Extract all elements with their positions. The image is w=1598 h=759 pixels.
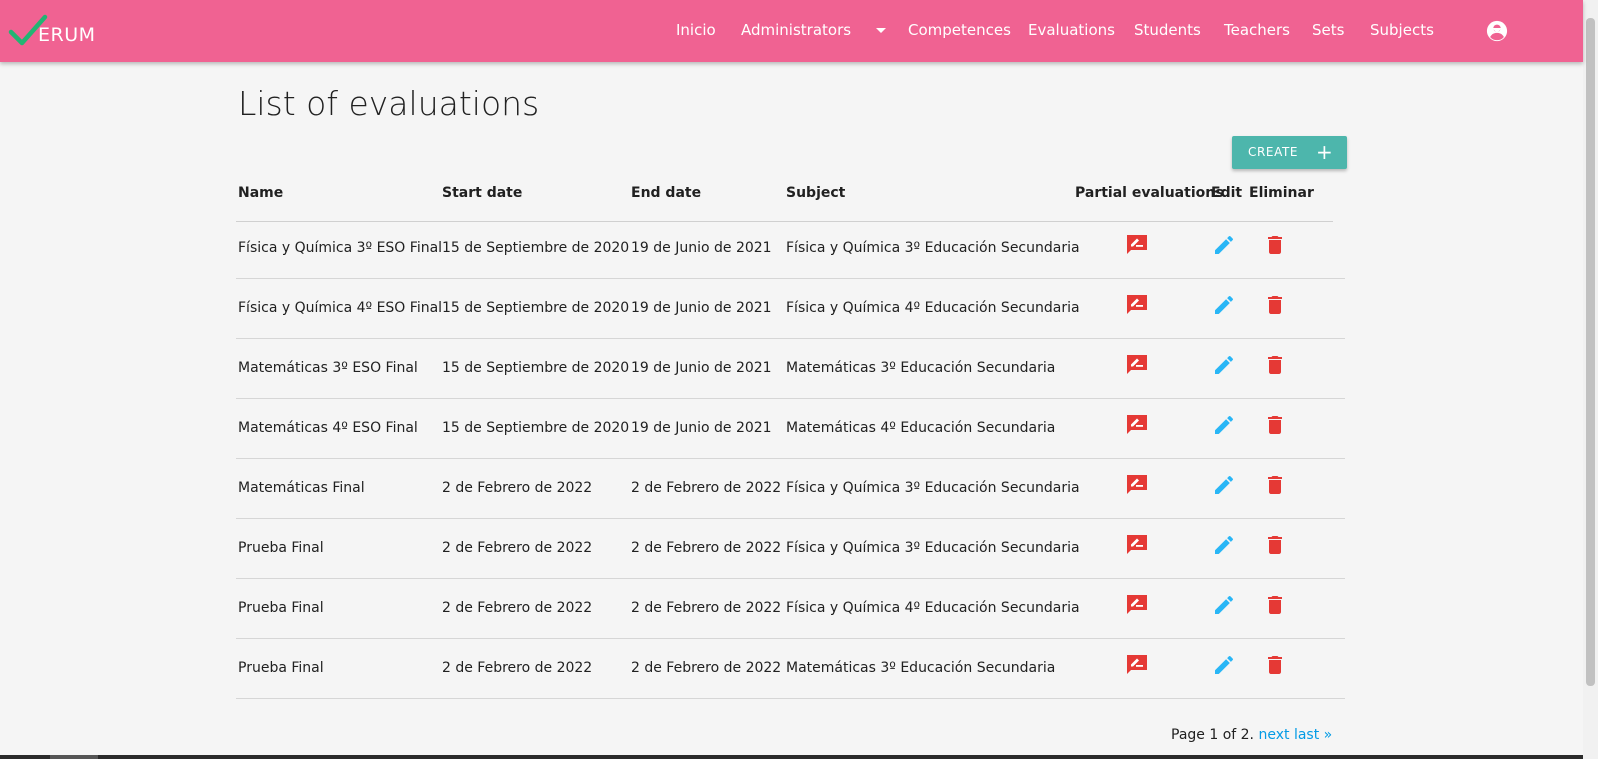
column-header-subject[interactable]: Subject	[786, 185, 845, 201]
cell-subject: Física y Química 4º Educación Secundaria	[786, 600, 1080, 616]
cell-end-date: 19 de Junio de 2021	[631, 420, 772, 436]
cell-start-date: 15 de Septiembre de 2020	[442, 360, 630, 376]
plus-icon: +	[1316, 140, 1334, 164]
cell-end-date: 2 de Febrero de 2022	[631, 600, 782, 616]
logo-text: ERUM	[38, 24, 96, 46]
cell-start-date: 2 de Febrero de 2022	[442, 660, 593, 676]
table-row: Física y Química 3º ESO Final 15 de Sept…	[236, 218, 1345, 279]
pencil-icon[interactable]	[1212, 413, 1236, 437]
trash-icon[interactable]	[1263, 293, 1287, 317]
cell-end-date: 19 de Junio de 2021	[631, 240, 772, 256]
cell-subject: Matemáticas 4º Educación Secundaria	[786, 420, 1056, 436]
nav-item-students[interactable]: Students	[1134, 20, 1201, 40]
pencil-icon[interactable]	[1212, 533, 1236, 557]
trash-icon[interactable]	[1263, 593, 1287, 617]
cell-start-date: 2 de Febrero de 2022	[442, 480, 593, 496]
nav-item-inicio[interactable]: Inicio	[676, 20, 716, 40]
nav-item-subjects[interactable]: Subjects	[1370, 20, 1434, 40]
nav-item-teachers[interactable]: Teachers	[1224, 20, 1290, 40]
cell-start-date: 15 de Septiembre de 2020	[442, 240, 630, 256]
trash-icon[interactable]	[1263, 653, 1287, 677]
cell-subject: Matemáticas 3º Educación Secundaria	[786, 660, 1056, 676]
cell-subject: Física y Química 3º Educación Secundaria	[786, 240, 1080, 256]
cell-end-date: 2 de Febrero de 2022	[631, 540, 782, 556]
pencil-icon[interactable]	[1212, 233, 1236, 257]
cell-start-date: 15 de Septiembre de 2020	[442, 300, 630, 316]
cell-name: Prueba Final	[238, 660, 324, 676]
rate-review-icon[interactable]	[1125, 293, 1149, 317]
cell-end-date: 2 de Febrero de 2022	[631, 480, 782, 496]
table-row: Prueba Final 2 de Febrero de 2022 2 de F…	[236, 638, 1345, 699]
cell-name: Prueba Final	[238, 600, 324, 616]
nav-item-competences[interactable]: Competences	[908, 20, 1011, 40]
rate-review-icon[interactable]	[1125, 233, 1149, 257]
cell-name: Matemáticas Final	[238, 480, 365, 496]
cell-start-date: 15 de Septiembre de 2020	[442, 420, 630, 436]
rate-review-icon[interactable]	[1125, 353, 1149, 377]
cell-subject: Física y Química 4º Educación Secundaria	[786, 300, 1080, 316]
cell-end-date: 2 de Febrero de 2022	[631, 660, 782, 676]
top-navbar: ERUM Inicio Administrators Competences E…	[0, 0, 1583, 62]
table-row: Prueba Final 2 de Febrero de 2022 2 de F…	[236, 578, 1345, 639]
pagination: Page 1 of 2. next last »	[1171, 727, 1332, 743]
column-header-partial-evaluations: Partial evaluations	[1075, 185, 1224, 201]
rate-review-icon[interactable]	[1125, 533, 1149, 557]
cell-end-date: 19 de Junio de 2021	[631, 300, 772, 316]
trash-icon[interactable]	[1263, 233, 1287, 257]
create-button-label: CREATE	[1248, 145, 1299, 159]
column-header-start-date[interactable]: Start date	[442, 185, 522, 201]
table-row: Prueba Final 2 de Febrero de 2022 2 de F…	[236, 518, 1345, 579]
pencil-icon[interactable]	[1212, 653, 1236, 677]
rate-review-icon[interactable]	[1125, 593, 1149, 617]
app-logo[interactable]: ERUM	[8, 12, 96, 48]
chevron-down-icon[interactable]	[876, 28, 886, 33]
column-header-edit: Edit	[1211, 185, 1243, 201]
table-row: Matemáticas Final 2 de Febrero de 2022 2…	[236, 458, 1345, 519]
cell-name: Prueba Final	[238, 540, 324, 556]
rate-review-icon[interactable]	[1125, 473, 1149, 497]
scrollbar-thumb[interactable]	[1586, 18, 1595, 686]
account-chevron-down-icon[interactable]	[1492, 28, 1502, 33]
column-header-name[interactable]: Name	[238, 185, 283, 201]
trash-icon[interactable]	[1263, 533, 1287, 557]
cell-name: Física y Química 4º ESO Final	[238, 300, 443, 316]
trash-icon[interactable]	[1263, 353, 1287, 377]
pencil-icon[interactable]	[1212, 593, 1236, 617]
column-header-end-date[interactable]: End date	[631, 185, 701, 201]
cell-name: Física y Química 3º ESO Final	[238, 240, 443, 256]
table-row: Física y Química 4º ESO Final 15 de Sept…	[236, 278, 1345, 339]
cell-subject: Física y Química 3º Educación Secundaria	[786, 540, 1080, 556]
cell-name: Matemáticas 4º ESO Final	[238, 420, 418, 436]
nav-item-sets[interactable]: Sets	[1312, 20, 1344, 40]
cell-subject: Matemáticas 3º Educación Secundaria	[786, 360, 1056, 376]
table-row: Matemáticas 4º ESO Final 15 de Septiembr…	[236, 398, 1345, 459]
taskbar-tab[interactable]	[50, 755, 98, 759]
trash-icon[interactable]	[1263, 473, 1287, 497]
pagination-last-link[interactable]: last »	[1294, 727, 1332, 743]
pagination-status: Page 1 of 2.	[1171, 727, 1255, 743]
cell-start-date: 2 de Febrero de 2022	[442, 600, 593, 616]
taskbar-strip	[0, 755, 1583, 759]
rate-review-icon[interactable]	[1125, 653, 1149, 677]
pencil-icon[interactable]	[1212, 473, 1236, 497]
trash-icon[interactable]	[1263, 413, 1287, 437]
pagination-next-link[interactable]: next	[1258, 727, 1289, 743]
rate-review-icon[interactable]	[1125, 413, 1149, 437]
nav-item-evaluations[interactable]: Evaluations	[1028, 20, 1115, 40]
pencil-icon[interactable]	[1212, 353, 1236, 377]
cell-end-date: 19 de Junio de 2021	[631, 360, 772, 376]
nav-item-administrators[interactable]: Administrators	[741, 20, 851, 40]
cell-name: Matemáticas 3º ESO Final	[238, 360, 418, 376]
cell-subject: Física y Química 3º Educación Secundaria	[786, 480, 1080, 496]
table-row: Matemáticas 3º ESO Final 15 de Septiembr…	[236, 338, 1345, 399]
column-header-eliminar: Eliminar	[1249, 185, 1314, 201]
cell-start-date: 2 de Febrero de 2022	[442, 540, 593, 556]
page-title: List of evaluations	[238, 84, 540, 123]
create-button[interactable]: CREATE +	[1232, 136, 1347, 169]
pencil-icon[interactable]	[1212, 293, 1236, 317]
